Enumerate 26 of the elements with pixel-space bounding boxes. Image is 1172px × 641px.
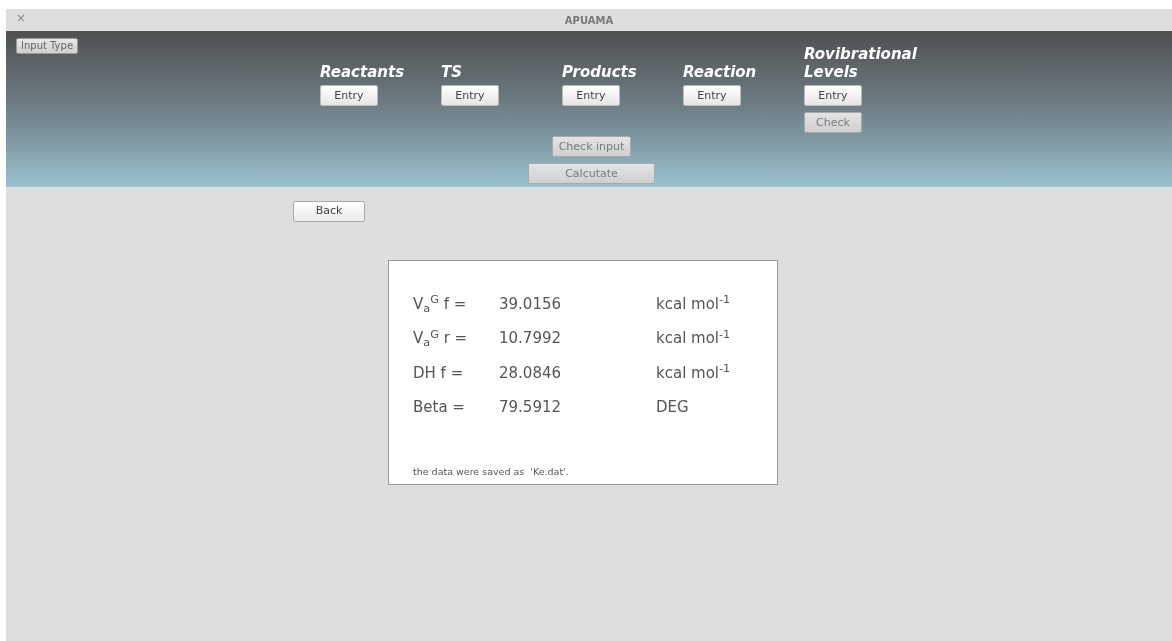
result-value: 79.5912 (499, 397, 563, 419)
entry-button[interactable]: Entry (562, 85, 620, 106)
input-type-button[interactable]: Input Type (16, 38, 79, 54)
result-unit: DEG (656, 397, 689, 419)
section-title: Products (562, 63, 638, 81)
section-title: TS (441, 63, 464, 81)
result-unit: kcal mol$^{-1}$ (656, 361, 731, 384)
result-value: 39.0156 (499, 293, 563, 315)
entry-button[interactable]: Entry (320, 85, 378, 106)
entry-button[interactable]: Entry (441, 85, 499, 106)
save-note: the data were saved as 'Ke.dat'. (413, 464, 570, 479)
section-title: Reactants (320, 63, 406, 81)
entry-button[interactable]: Entry (804, 85, 862, 106)
result-value: 10.7992 (499, 328, 563, 350)
result-label: V$_{a}$$^{G}$ f = (413, 292, 468, 316)
back-button[interactable]: Back (293, 200, 365, 222)
entry-button[interactable]: Entry (683, 85, 741, 106)
section-title: Reaction (683, 63, 758, 81)
window-title: APUAMA (564, 13, 614, 28)
result-unit: kcal mol$^{-1}$ (656, 292, 731, 315)
section-title: Rovibrational Levels (804, 45, 918, 81)
result-value: 28.0846 (499, 362, 563, 384)
result-unit: kcal mol$^{-1}$ (656, 327, 731, 350)
result-label: DH f = (413, 362, 465, 384)
result-label: Beta = (413, 397, 466, 419)
result-label: V$_{a}$$^{G}$ r = (413, 327, 469, 350)
